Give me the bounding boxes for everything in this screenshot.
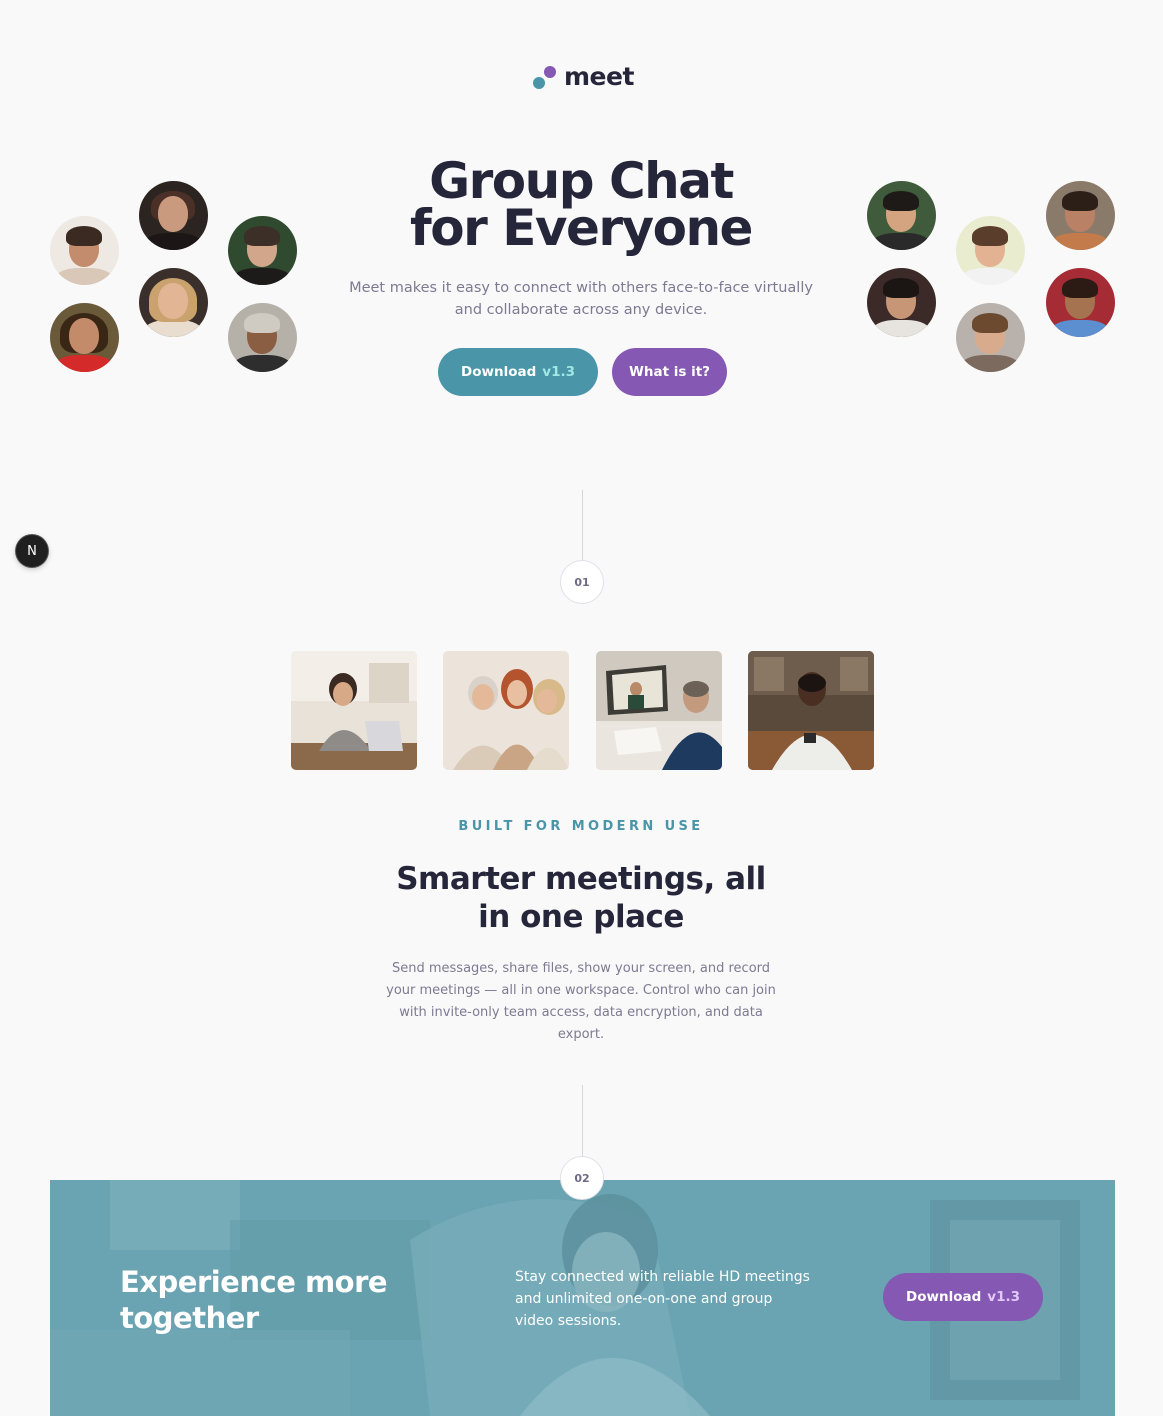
avatar <box>228 303 297 372</box>
step-badge: 02 <box>560 1156 604 1200</box>
avatar <box>50 216 119 285</box>
timeline-line <box>582 1085 583 1157</box>
hero-title: Group Chat for Everyone <box>331 152 831 257</box>
banner-title: Experience more together <box>120 1265 388 1335</box>
what-is-it-button[interactable]: What is it? <box>612 348 727 396</box>
avatar <box>228 216 297 285</box>
download-label: Download <box>461 364 537 380</box>
avatar <box>50 303 119 372</box>
section-title: Smarter meetings, all in one place <box>396 861 766 935</box>
avatar <box>956 303 1025 372</box>
timeline-line <box>582 490 583 560</box>
man-with-phone-photo <box>748 651 874 770</box>
step-badge: 01 <box>560 560 604 604</box>
section-eyebrow: BUILT FOR MODERN USE <box>458 819 704 834</box>
avatar <box>867 268 936 337</box>
avatar <box>1046 268 1115 337</box>
avatar <box>956 216 1025 285</box>
video-call-laptop-photo <box>596 651 722 770</box>
woman-with-laptop-photo <box>291 651 417 770</box>
what-is-it-label: What is it? <box>628 364 711 380</box>
nextjs-letter: N <box>27 543 37 559</box>
banner-download-button[interactable]: Download v1.3 <box>883 1273 1043 1321</box>
avatar <box>139 268 208 337</box>
avatar <box>867 181 936 250</box>
logo-dot-purple <box>544 66 556 78</box>
section-description: Send messages, share files, show your sc… <box>386 961 776 1042</box>
hero-download-button[interactable]: Download v1.3 <box>438 348 598 396</box>
hero-title-line: for Everyone <box>410 199 753 257</box>
logo-wordmark: meet <box>564 62 634 91</box>
version-badge: v1.3 <box>987 1289 1020 1305</box>
brand-logo[interactable]: meet <box>532 62 642 94</box>
banner-description: Stay connected with reliable HD meetings… <box>515 1269 810 1329</box>
cta-banner: Experience more together Stay connected … <box>50 1180 1115 1416</box>
download-label: Download <box>906 1289 982 1305</box>
version-badge: v1.3 <box>542 364 575 380</box>
hero-subtitle: Meet makes it easy to connect with other… <box>349 280 813 318</box>
avatar <box>139 181 208 250</box>
hero-title-line: Group Chat <box>429 152 734 210</box>
logo-dot-teal <box>533 77 545 89</box>
avatar <box>1046 181 1115 250</box>
nextjs-icon[interactable]: N <box>16 535 48 567</box>
friends-with-phone-photo <box>443 651 569 770</box>
